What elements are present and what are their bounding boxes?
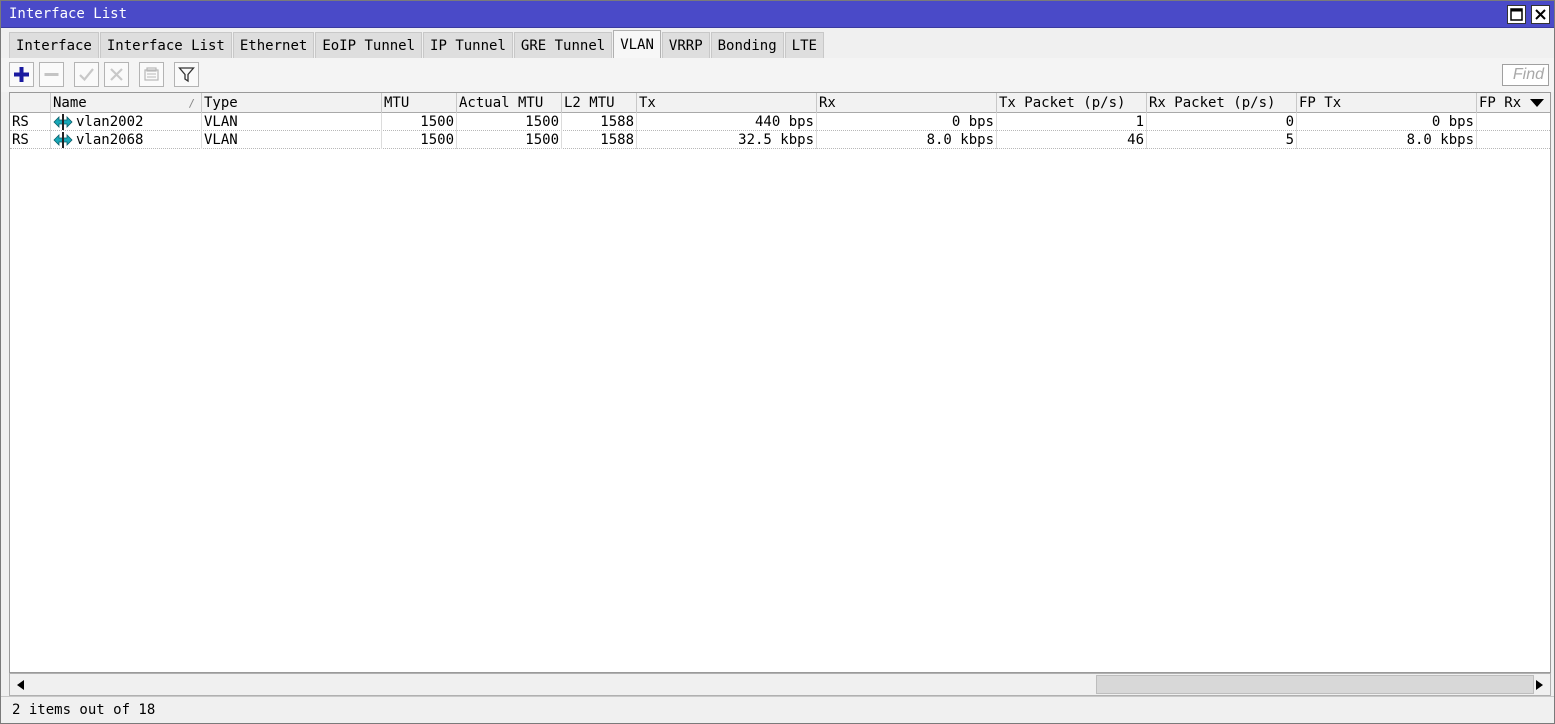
rx-packet-cell: 0 (1147, 113, 1297, 131)
table-row[interactable]: RS vlan2002 VLAN 1500 1500 1588 440 bps … (10, 113, 1550, 131)
column-header-fp-tx[interactable]: FP Tx (1297, 93, 1477, 113)
rx-cell: 8.0 kbps (817, 131, 997, 149)
scrollbar-thumb[interactable] (1096, 675, 1534, 694)
fp-rx-cell (1477, 131, 1550, 149)
column-header-tx[interactable]: Tx (637, 93, 817, 113)
l2-mtu-cell: 1588 (562, 113, 637, 131)
plus-icon (14, 67, 29, 82)
tab-ethernet[interactable]: Ethernet (232, 32, 315, 58)
actual-mtu-cell: 1500 (457, 113, 562, 131)
table-row[interactable]: RS vlan2068 VLAN 1500 1500 1588 32.5 kbp… (10, 131, 1550, 149)
mtu-cell: 1500 (382, 131, 457, 149)
column-header-name-label: Name (53, 95, 87, 111)
title-bar[interactable]: Interface List (1, 1, 1554, 28)
actual-mtu-cell: 1500 (457, 131, 562, 149)
arrow-right-icon (1536, 679, 1543, 690)
scroll-right-button[interactable] (1528, 674, 1550, 695)
column-header-rx-packet[interactable]: Rx Packet (p/s) (1147, 93, 1297, 113)
column-header-rx[interactable]: Rx (817, 93, 997, 113)
name-cell: vlan2068 (51, 131, 202, 149)
flags-cell: RS (10, 131, 51, 149)
add-button[interactable] (9, 62, 34, 87)
maximize-icon (1510, 8, 1523, 21)
window-title: Interface List (9, 6, 128, 22)
interface-name: vlan2068 (76, 132, 144, 148)
fp-rx-cell (1477, 113, 1550, 131)
column-header-fp-rx[interactable]: FP Rx (1477, 93, 1527, 113)
tab-eoip-tunnel[interactable]: EoIP Tunnel (315, 32, 423, 58)
interface-name: vlan2002 (76, 114, 144, 130)
tab-lte[interactable]: LTE (784, 32, 824, 58)
filter-icon (178, 67, 195, 83)
sort-ascending-icon: / (188, 97, 195, 110)
toolbar: Find (1, 58, 1554, 92)
vlan-interface-icon (53, 132, 73, 148)
tab-ip-tunnel[interactable]: IP Tunnel (423, 32, 513, 58)
type-cell: VLAN (202, 113, 382, 131)
horizontal-scrollbar[interactable] (9, 673, 1551, 696)
find-input[interactable]: Find (1502, 64, 1549, 86)
check-icon (79, 68, 94, 82)
close-button[interactable] (1531, 5, 1550, 24)
column-header-tx-packet[interactable]: Tx Packet (p/s) (997, 93, 1147, 113)
column-header-flags[interactable] (10, 93, 51, 113)
item-count-text: 2 items out of 18 (12, 702, 156, 718)
interface-list-window: Interface List Interface Interface List … (0, 0, 1555, 724)
tab-bonding[interactable]: Bonding (710, 32, 784, 58)
interface-table: Name / Type MTU Actual MTU L2 MTU Tx Rx … (9, 92, 1551, 673)
type-cell: VLAN (202, 131, 382, 149)
remove-button[interactable] (39, 62, 64, 87)
maximize-button[interactable] (1507, 5, 1526, 24)
tx-cell: 32.5 kbps (637, 131, 817, 149)
close-icon (1535, 9, 1546, 20)
filter-button[interactable] (174, 62, 199, 87)
column-header-l2-mtu[interactable]: L2 MTU (562, 93, 637, 113)
rx-packet-cell: 5 (1147, 131, 1297, 149)
tab-vlan[interactable]: VLAN (613, 30, 661, 58)
name-cell: vlan2002 (51, 113, 202, 131)
comment-button[interactable] (139, 62, 164, 87)
x-icon (110, 68, 123, 81)
tx-packet-cell: 1 (997, 113, 1147, 131)
flags-cell: RS (10, 113, 51, 131)
comment-icon (144, 67, 159, 81)
column-header-mtu[interactable]: MTU (382, 93, 457, 113)
column-header-type[interactable]: Type (202, 93, 382, 113)
status-bar: 2 items out of 18 (1, 696, 1554, 723)
tx-cell: 440 bps (637, 113, 817, 131)
l2-mtu-cell: 1588 (562, 131, 637, 149)
enable-button[interactable] (74, 62, 99, 87)
tab-interface[interactable]: Interface (9, 32, 99, 58)
column-menu-dropdown-icon[interactable] (1530, 99, 1544, 107)
tab-bar: Interface Interface List Ethernet EoIP T… (9, 30, 825, 58)
column-header-name[interactable]: Name / (51, 93, 202, 113)
column-header-actual-mtu[interactable]: Actual MTU (457, 93, 562, 113)
vlan-interface-icon (53, 114, 73, 130)
rx-cell: 0 bps (817, 113, 997, 131)
table-header: Name / Type MTU Actual MTU L2 MTU Tx Rx … (10, 93, 1550, 113)
tab-gre-tunnel[interactable]: GRE Tunnel (513, 32, 613, 58)
fp-tx-cell: 8.0 kbps (1297, 131, 1477, 149)
fp-tx-cell: 0 bps (1297, 113, 1477, 131)
minus-icon (44, 73, 59, 76)
scroll-left-button[interactable] (10, 674, 32, 695)
arrow-left-icon (17, 679, 24, 690)
mtu-cell: 1500 (382, 113, 457, 131)
tx-packet-cell: 46 (997, 131, 1147, 149)
tab-vrrp[interactable]: VRRP (661, 32, 710, 58)
tab-interface-list[interactable]: Interface List (99, 32, 232, 58)
disable-button[interactable] (104, 62, 129, 87)
